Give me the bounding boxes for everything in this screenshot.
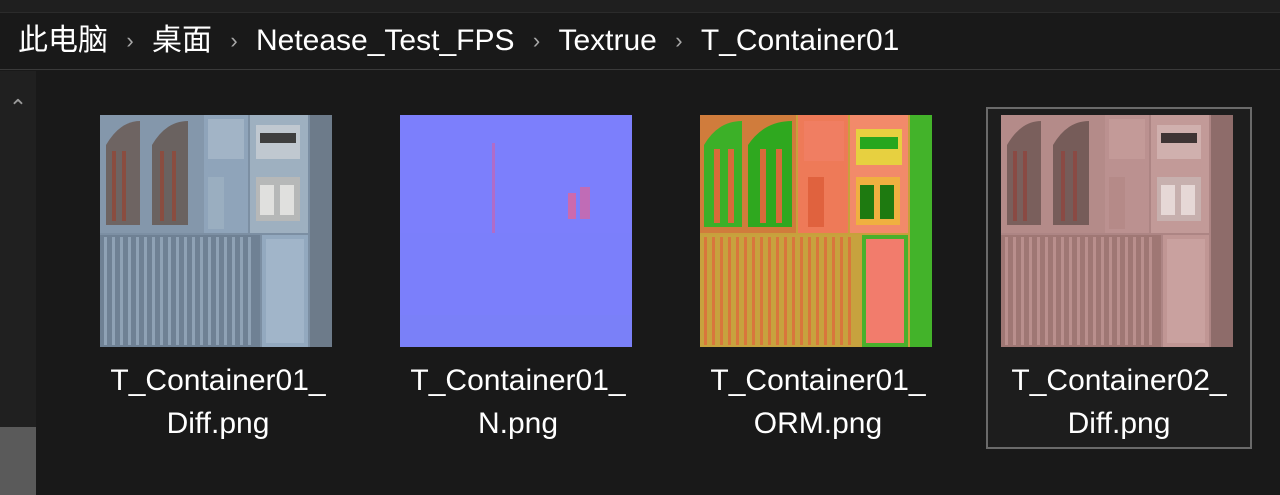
thumbnail-orm-texture	[700, 115, 932, 347]
chevron-right-icon[interactable]: ›	[657, 28, 701, 54]
file-name-line-1: T_Container01_	[710, 364, 926, 397]
normal-map-image	[400, 115, 632, 347]
chevron-right-icon[interactable]: ›	[212, 28, 256, 54]
breadcrumb-item-textrue[interactable]: Textrue	[558, 12, 656, 70]
breadcrumb-item-t-container01[interactable]: T_Container01	[701, 12, 899, 70]
diffuse-texture-image	[1001, 115, 1233, 347]
file-name-line-1: T_Container01_	[410, 364, 626, 397]
file-item-selected[interactable]: T_Container02_ Diff.png	[986, 107, 1252, 449]
file-name-line-2: Diff.png	[1067, 407, 1171, 440]
file-item[interactable]: T_Container01_ Diff.png	[85, 107, 351, 449]
file-name[interactable]: T_Container01_ N.png	[385, 359, 651, 445]
file-name-line-2: N.png	[477, 407, 559, 440]
file-name-line-2: Diff.png	[166, 407, 270, 440]
chevron-right-icon[interactable]: ›	[514, 28, 558, 54]
diffuse-texture-image	[100, 115, 332, 347]
file-name[interactable]: T_Container02_ Diff.png	[988, 359, 1250, 445]
breadcrumb-item-desktop[interactable]: 桌面	[152, 12, 212, 70]
file-name-line-1: T_Container02_	[1011, 364, 1227, 397]
file-item[interactable]: T_Container01_ ORM.png	[685, 107, 951, 449]
thumbnail-normal-texture	[400, 115, 632, 347]
file-view[interactable]: ⌃ T_Container01_ Diff.png T_Container01_…	[0, 71, 1280, 495]
file-name-line-1: T_Container01_	[110, 364, 326, 397]
breadcrumb[interactable]: 此电脑 › 桌面 › Netease_Test_FPS › Textrue › …	[0, 12, 1280, 70]
scrollbar-thumb[interactable]	[0, 427, 36, 495]
chevron-right-icon[interactable]: ›	[108, 28, 152, 54]
window-top-strip	[0, 0, 1280, 12]
thumbnail-diffuse-texture	[1001, 115, 1233, 347]
thumbnail-diffuse-texture	[100, 115, 332, 347]
orm-texture-image	[700, 115, 932, 347]
breadcrumb-item-netease-test-fps[interactable]: Netease_Test_FPS	[256, 12, 514, 70]
file-name[interactable]: T_Container01_ ORM.png	[685, 359, 951, 445]
file-name[interactable]: T_Container01_ Diff.png	[85, 359, 351, 445]
navigation-pane-scrollbar[interactable]: ⌃	[0, 71, 36, 495]
file-item[interactable]: T_Container01_ N.png	[385, 107, 651, 449]
chevron-up-icon[interactable]: ⌃	[0, 93, 36, 123]
file-name-line-2: ORM.png	[753, 407, 883, 440]
breadcrumb-item-this-pc[interactable]: 此电脑	[18, 12, 108, 70]
